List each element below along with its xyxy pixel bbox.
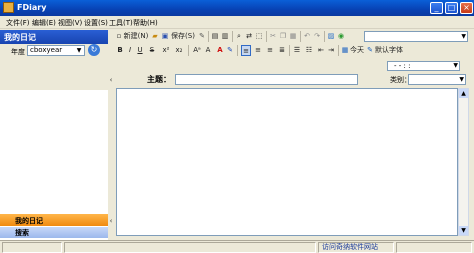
save-button[interactable]: 保存(S) bbox=[170, 31, 196, 42]
editor-scrollbar[interactable]: ▲ ▼ bbox=[458, 88, 469, 236]
web-icon[interactable]: ◉ bbox=[337, 31, 345, 42]
chevron-down-icon: ▼ bbox=[459, 76, 464, 83]
italic-icon[interactable]: I bbox=[126, 45, 134, 56]
superscript-icon[interactable]: x² bbox=[161, 45, 171, 56]
delete-icon[interactable]: ✎ bbox=[198, 31, 206, 42]
chevron-down-icon: ▼ bbox=[453, 62, 458, 69]
nav-my-diary-label: 我的日记 bbox=[15, 217, 43, 225]
status-bar: 访问奇纳软件网站 bbox=[0, 240, 474, 253]
image-icon[interactable]: ▨ bbox=[327, 31, 335, 42]
underline-icon[interactable]: U bbox=[136, 45, 144, 56]
font-size-icon[interactable]: Aᵃ bbox=[192, 45, 202, 56]
minimize-button[interactable]: _ bbox=[430, 2, 443, 14]
menu-help[interactable]: 帮助(H) bbox=[133, 18, 158, 28]
diary-editor[interactable] bbox=[116, 88, 458, 236]
highlight-icon[interactable]: ✎ bbox=[226, 45, 234, 56]
menu-edit[interactable]: 编辑(E) bbox=[32, 18, 56, 28]
nav-my-diary[interactable]: 我的日记 bbox=[0, 214, 108, 226]
print-preview-icon[interactable]: ▤ bbox=[211, 31, 219, 42]
strikethrough-icon[interactable]: S bbox=[148, 45, 156, 56]
collapse-left-icon[interactable]: ‹ bbox=[108, 217, 114, 225]
refresh-icon[interactable]: ↻ bbox=[88, 44, 100, 56]
toolbar-separator bbox=[324, 31, 325, 42]
save-icon[interactable]: ▣ bbox=[161, 31, 169, 42]
redo-icon[interactable]: ↷ bbox=[313, 31, 321, 42]
window-title: FDiary bbox=[17, 3, 47, 12]
toolbar-separator bbox=[266, 31, 267, 42]
outdent-icon[interactable]: ⇤ bbox=[317, 45, 325, 56]
subject-input[interactable] bbox=[175, 74, 358, 85]
font-color-icon[interactable]: A bbox=[216, 45, 224, 56]
print-icon[interactable]: ▥ bbox=[221, 31, 229, 42]
paste-icon[interactable]: ▦ bbox=[289, 31, 297, 42]
date-time-picker[interactable]: - - : : ▼ bbox=[387, 61, 460, 71]
menu-file[interactable]: 文件(F) bbox=[6, 18, 30, 28]
open-icon[interactable]: ▰ bbox=[151, 31, 159, 42]
default-font-button[interactable]: 默认字体 bbox=[375, 45, 403, 56]
align-left-icon[interactable]: ≡ bbox=[241, 45, 251, 56]
year-label: 年度 bbox=[11, 48, 25, 56]
chevron-down-icon: ▼ bbox=[76, 47, 82, 54]
font-reset-icon[interactable]: ✎ bbox=[366, 45, 374, 56]
left-panel-title: 我的日记 bbox=[4, 33, 36, 42]
chevron-down-icon: ▼ bbox=[461, 33, 466, 40]
align-center-icon[interactable]: ≡ bbox=[254, 45, 262, 56]
subject-label: 主题： bbox=[147, 75, 171, 84]
left-panel-header: 我的日记 bbox=[0, 30, 108, 44]
menu-tools[interactable]: 工具(T) bbox=[109, 18, 133, 28]
category-select[interactable]: ▼ bbox=[408, 74, 466, 85]
title-bar: FDiary _ □ × bbox=[0, 0, 474, 16]
status-cell bbox=[64, 242, 316, 253]
year-select[interactable]: cboxyear ▼ bbox=[27, 45, 85, 56]
status-cell bbox=[396, 242, 472, 253]
cut-icon[interactable]: ✂ bbox=[269, 31, 277, 42]
find-icon[interactable]: ⌕ bbox=[235, 31, 243, 42]
status-cell bbox=[2, 242, 62, 253]
left-panel: 我的日记 年度 cboxyear ▼ ↻ bbox=[0, 30, 108, 240]
toolbar-separator bbox=[289, 45, 290, 56]
scroll-up-icon[interactable]: ▲ bbox=[459, 89, 468, 98]
menu-view[interactable]: 视图(V) bbox=[58, 18, 82, 28]
bold-icon[interactable]: B bbox=[116, 45, 124, 56]
copy-icon[interactable]: ❐ bbox=[279, 31, 287, 42]
date-time-value: - - : : bbox=[394, 62, 411, 70]
undo-icon[interactable]: ↶ bbox=[303, 31, 311, 42]
scroll-down-icon[interactable]: ▼ bbox=[459, 226, 468, 235]
menu-bar: 文件(F) 编辑(E) 视图(V) 设置(S) 工具(T) 帮助(H) bbox=[0, 16, 474, 29]
close-button[interactable]: × bbox=[460, 2, 473, 14]
nav-search[interactable]: 搜索 bbox=[0, 227, 108, 238]
replace-icon[interactable]: ⇄ bbox=[245, 31, 253, 42]
app-icon bbox=[3, 2, 14, 13]
font-icon[interactable]: A bbox=[204, 45, 212, 56]
visit-website-link[interactable]: 访问奇纳软件网站 bbox=[318, 242, 394, 253]
toolbar-separator bbox=[300, 31, 301, 42]
align-right-icon[interactable]: ≡ bbox=[266, 45, 274, 56]
toolbar-separator bbox=[188, 45, 189, 56]
year-select-value: cboxyear bbox=[30, 46, 63, 54]
new-button[interactable]: 新建(N) bbox=[123, 31, 149, 42]
style-combo[interactable]: ▼ bbox=[364, 31, 468, 42]
bullet-list-icon[interactable]: ☰ bbox=[293, 45, 301, 56]
entry-header: - - : : ▼ 主题： 类别： ▼ bbox=[114, 58, 474, 88]
toolbar-separator bbox=[208, 31, 209, 42]
today-button[interactable]: 今天 bbox=[350, 45, 364, 56]
justify-icon[interactable]: ≣ bbox=[278, 45, 286, 56]
toolbar-separator bbox=[232, 31, 233, 42]
toolbar-separator bbox=[237, 45, 238, 56]
maximize-button[interactable]: □ bbox=[445, 2, 458, 14]
format-toolbar: B I U S x² x₂ Aᵃ A A ✎ ≡ ≡ ≡ ≣ ☰ ☷ ⇤ ⇥ ▦… bbox=[114, 44, 474, 57]
calendar-icon[interactable]: ▦ bbox=[341, 45, 349, 56]
new-icon[interactable]: ▫ bbox=[116, 31, 122, 42]
indent-icon[interactable]: ⇥ bbox=[327, 45, 335, 56]
select-all-icon[interactable]: ⬚ bbox=[255, 31, 263, 42]
nav-search-label: 搜索 bbox=[15, 229, 29, 237]
subscript-icon[interactable]: x₂ bbox=[174, 45, 184, 56]
numbered-list-icon[interactable]: ☷ bbox=[305, 45, 313, 56]
menu-settings[interactable]: 设置(S) bbox=[84, 18, 108, 28]
toolbar-separator bbox=[338, 45, 339, 56]
year-filter: 年度 cboxyear ▼ ↻ bbox=[0, 44, 108, 90]
main-toolbar: ▫ 新建(N) ▰ ▣ 保存(S) ✎ ▤ ▥ ⌕ ⇄ ⬚ ✂ ❐ ▦ ↶ ↷ … bbox=[114, 30, 474, 43]
